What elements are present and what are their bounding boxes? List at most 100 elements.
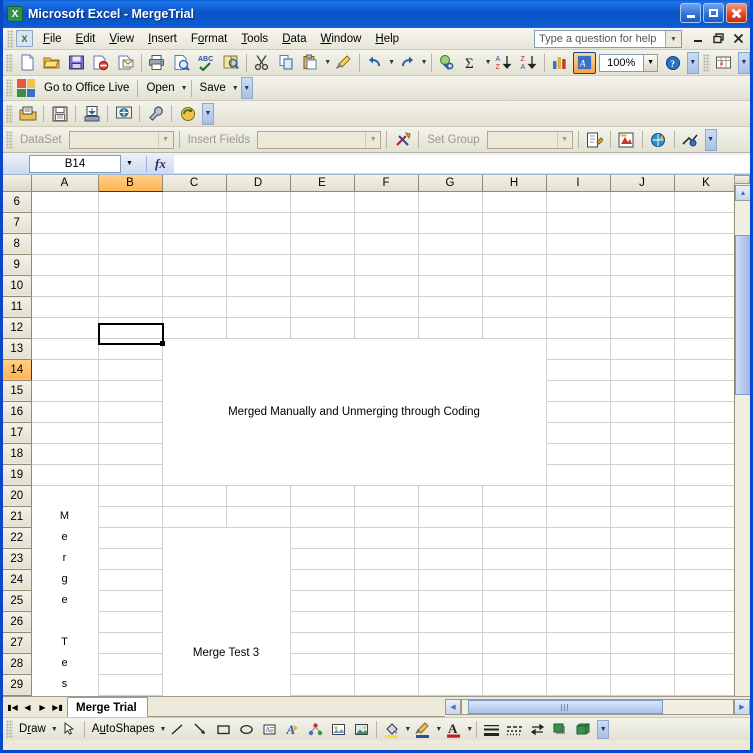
go-to-office-live-button[interactable]: Go to Office Live — [39, 80, 134, 96]
cell-B13[interactable] — [98, 338, 163, 360]
cell-F23[interactable] — [354, 548, 419, 570]
fill-color-dropdown-arrow[interactable]: ▼ — [404, 726, 411, 733]
row-header-19[interactable]: 19 — [3, 464, 32, 486]
column-header-B[interactable]: B — [98, 175, 163, 192]
cell-E11[interactable] — [290, 296, 355, 318]
text-box-icon[interactable]: A — [259, 719, 280, 739]
cell-C7[interactable] — [162, 212, 227, 234]
name-box[interactable]: B14 — [29, 154, 121, 173]
cell-F22[interactable] — [354, 527, 419, 549]
save-dropdown-arrow[interactable]: ▼ — [232, 85, 239, 92]
column-header-I[interactable]: I — [546, 175, 611, 192]
chart-wizard-icon[interactable] — [549, 52, 572, 74]
cell-D12[interactable] — [226, 317, 291, 339]
cell-K25[interactable] — [674, 590, 739, 612]
cell-E25[interactable] — [290, 590, 355, 612]
cell-G25[interactable] — [418, 590, 483, 612]
cell-B28[interactable] — [98, 653, 163, 675]
autosum-icon[interactable]: Σ — [460, 52, 483, 74]
settings-wrench-icon[interactable] — [144, 103, 167, 125]
cell-G7[interactable] — [418, 212, 483, 234]
menu-grip[interactable] — [7, 29, 14, 48]
cell-J21[interactable] — [610, 506, 675, 528]
cell-F12[interactable] — [354, 317, 419, 339]
merged-cell-vertical[interactable]: M e r g e T e s t 2 — [31, 485, 99, 696]
cell-K28[interactable] — [674, 653, 739, 675]
cell-E9[interactable] — [290, 254, 355, 276]
cell-B27[interactable] — [98, 632, 163, 654]
cell-D11[interactable] — [226, 296, 291, 318]
cell-J17[interactable] — [610, 422, 675, 444]
cell-K15[interactable] — [674, 380, 739, 402]
line-color-dropdown-arrow[interactable]: ▼ — [435, 726, 442, 733]
column-header-H[interactable]: H — [482, 175, 547, 192]
cell-I6[interactable] — [546, 191, 611, 213]
cell-H23[interactable] — [482, 548, 547, 570]
menu-item-format[interactable]: Format — [184, 30, 234, 48]
cell-B20[interactable] — [98, 485, 163, 507]
cell-C8[interactable] — [162, 233, 227, 255]
cell-B25[interactable] — [98, 590, 163, 612]
cell-I27[interactable] — [546, 632, 611, 654]
save-icon[interactable] — [65, 52, 88, 74]
maximize-button[interactable] — [703, 3, 724, 23]
spreadsheet-grid[interactable]: A B C D E F G H I J K 6 7 8 9 10 11 12 1… — [3, 175, 750, 696]
cell-H28[interactable] — [482, 653, 547, 675]
cell-H24[interactable] — [482, 569, 547, 591]
select-all-corner[interactable] — [3, 175, 32, 192]
menu-item-edit[interactable]: Edit — [69, 30, 103, 48]
cell-K10[interactable] — [674, 275, 739, 297]
row-header-13[interactable]: 13 — [3, 338, 32, 360]
paste-dropdown-arrow[interactable]: ▼ — [324, 59, 331, 66]
cell-H9[interactable] — [482, 254, 547, 276]
publish-web-icon[interactable] — [112, 103, 135, 125]
cell-J26[interactable] — [610, 611, 675, 633]
cell-E23[interactable] — [290, 548, 355, 570]
cell-D8[interactable] — [226, 233, 291, 255]
cell-K19[interactable] — [674, 464, 739, 486]
cell-H6[interactable] — [482, 191, 547, 213]
cell-C20[interactable] — [162, 485, 227, 507]
cell-A8[interactable] — [31, 233, 99, 255]
row-header-20[interactable]: 20 — [3, 485, 32, 507]
cell-E20[interactable] — [290, 485, 355, 507]
open-report-icon[interactable] — [16, 103, 39, 125]
cell-A12[interactable] — [31, 317, 99, 339]
cell-B26[interactable] — [98, 611, 163, 633]
save-report-icon[interactable] — [48, 103, 71, 125]
new-icon[interactable] — [16, 52, 39, 74]
cell-H30[interactable] — [482, 695, 547, 696]
row-header-15[interactable]: 15 — [3, 380, 32, 402]
oval-icon[interactable] — [236, 719, 257, 739]
row-header-17[interactable]: 17 — [3, 422, 32, 444]
cell-G10[interactable] — [418, 275, 483, 297]
set-group-combo[interactable]: ▼ — [486, 130, 573, 149]
cell-D9[interactable] — [226, 254, 291, 276]
drawing-options-button[interactable]: ▼ — [597, 719, 610, 739]
row-header-16[interactable]: 16 — [3, 401, 32, 423]
cell-F27[interactable] — [354, 632, 419, 654]
cell-A9[interactable] — [31, 254, 99, 276]
cell-J6[interactable] — [610, 191, 675, 213]
chevron-down-icon[interactable]: ▼ — [556, 131, 572, 148]
office-live-save-button[interactable]: Save — [195, 80, 231, 96]
draw-dropdown-arrow[interactable]: ▼ — [51, 726, 58, 733]
cell-I24[interactable] — [546, 569, 611, 591]
cell-G20[interactable] — [418, 485, 483, 507]
fill-color-icon[interactable] — [381, 719, 402, 739]
cell-H21[interactable] — [482, 506, 547, 528]
line-icon[interactable] — [167, 719, 188, 739]
cell-F6[interactable] — [354, 191, 419, 213]
redo-icon[interactable] — [396, 52, 419, 74]
wordart-icon[interactable]: A — [282, 719, 303, 739]
column-header-G[interactable]: G — [418, 175, 483, 192]
cell-G22[interactable] — [418, 527, 483, 549]
row-header-26[interactable]: 26 — [3, 611, 32, 633]
cell-A7[interactable] — [31, 212, 99, 234]
draw-menu-button[interactable]: Draw — [15, 723, 50, 735]
cell-G24[interactable] — [418, 569, 483, 591]
cell-E8[interactable] — [290, 233, 355, 255]
cell-J30[interactable] — [610, 695, 675, 696]
cell-F21[interactable] — [354, 506, 419, 528]
diagram-icon[interactable] — [305, 719, 326, 739]
